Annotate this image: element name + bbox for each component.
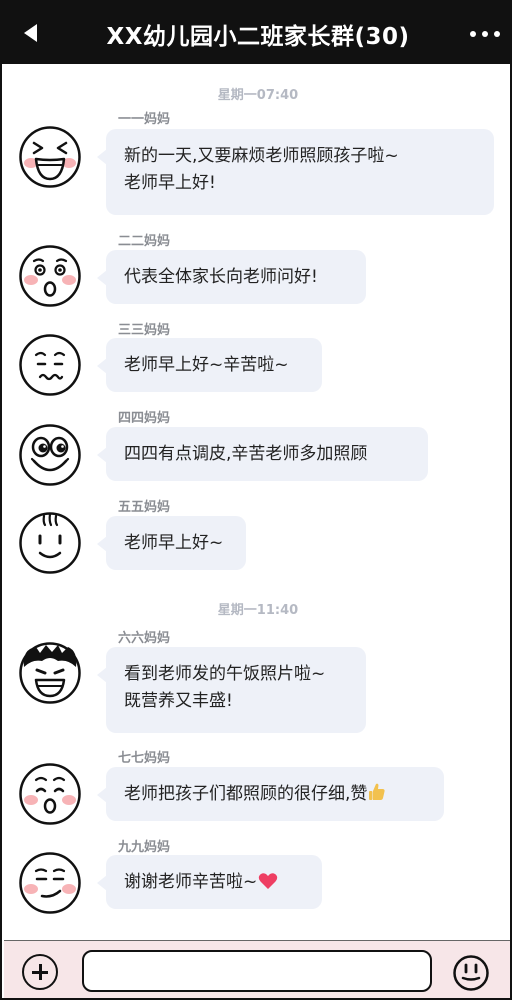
- spiky-hair-grin-face-icon[interactable]: [18, 641, 82, 705]
- message-text: 老师早上好~辛苦啦~: [124, 355, 289, 375]
- message-text: 既营养又丰盛!: [124, 691, 233, 711]
- message-bubble[interactable]: 老师早上好~: [97, 516, 246, 570]
- message-text: 老师把孩子们都照顾的很仔细,赞: [124, 784, 368, 804]
- smirk-face-icon[interactable]: [18, 851, 82, 915]
- message-text: 老师早上好!: [124, 173, 216, 193]
- emoji-icon[interactable]: [452, 954, 490, 992]
- sender-name: 六六妈妈: [118, 631, 171, 646]
- wavy-smile-face-icon[interactable]: [18, 333, 82, 397]
- message-text: 代表全体家长向老师问好!: [124, 267, 318, 287]
- sender-name: 四四妈妈: [118, 411, 171, 426]
- message-text: 看到老师发的午饭照片啦~: [124, 664, 326, 684]
- oh-face-icon[interactable]: [18, 762, 82, 826]
- message-text: 谢谢老师辛苦啦~: [124, 872, 258, 892]
- message-bubble[interactable]: 老师早上好~辛苦啦~: [97, 338, 322, 392]
- big-eyes-face-icon[interactable]: [18, 423, 82, 487]
- surprised-face-icon[interactable]: [18, 244, 82, 308]
- thumbs-up-icon: [369, 783, 386, 800]
- sender-name: 三三妈妈: [118, 323, 171, 338]
- message-input[interactable]: [82, 950, 432, 992]
- message-bubble[interactable]: 代表全体家长向老师问好!: [97, 250, 366, 304]
- message-bubble[interactable]: 四四有点调皮,辛苦老师多加照顾: [97, 427, 428, 481]
- plus-icon[interactable]: [22, 954, 58, 990]
- message-bubble[interactable]: 看到老师发的午饭照片啦~ 既营养又丰盛!: [97, 647, 366, 733]
- hair-tuft-face-icon[interactable]: [18, 511, 82, 575]
- message-bubble[interactable]: 谢谢老师辛苦啦~: [97, 855, 322, 909]
- message-list[interactable]: 星期一07:40 一一妈妈 新的一天,又要麻烦老师照顾孩子啦~ 老师早上好! 二…: [4, 64, 510, 940]
- input-bar: [4, 940, 510, 998]
- back-icon[interactable]: [24, 24, 37, 42]
- sender-name: 一一妈妈: [118, 112, 171, 127]
- message-bubble[interactable]: 新的一天,又要麻烦老师照顾孩子啦~ 老师早上好!: [97, 129, 494, 215]
- message-text: 老师早上好~: [124, 533, 224, 553]
- chat-window: XX幼儿园小二班家长群(30) 星期一07:40 一一妈妈 新的一天,又要麻烦老…: [0, 0, 512, 1000]
- message-bubble[interactable]: 老师把孩子们都照顾的很仔细,赞: [97, 767, 444, 821]
- sender-name: 五五妈妈: [118, 500, 171, 515]
- message-text: 四四有点调皮,辛苦老师多加照顾: [124, 444, 368, 464]
- header-bar: XX幼儿园小二班家长群(30): [2, 2, 510, 64]
- group-title: XX幼儿园小二班家长群(30): [106, 24, 410, 50]
- sender-name: 二二妈妈: [118, 234, 171, 249]
- heart-icon: [259, 873, 278, 889]
- more-options-icon[interactable]: [470, 31, 500, 37]
- laughing-face-icon[interactable]: [18, 125, 82, 189]
- timestamp: 星期一07:40: [217, 88, 299, 103]
- sender-name: 九九妈妈: [118, 840, 171, 855]
- timestamp: 星期一11:40: [217, 603, 299, 618]
- message-text: 新的一天,又要麻烦老师照顾孩子啦~: [124, 146, 399, 166]
- sender-name: 七七妈妈: [118, 751, 171, 766]
